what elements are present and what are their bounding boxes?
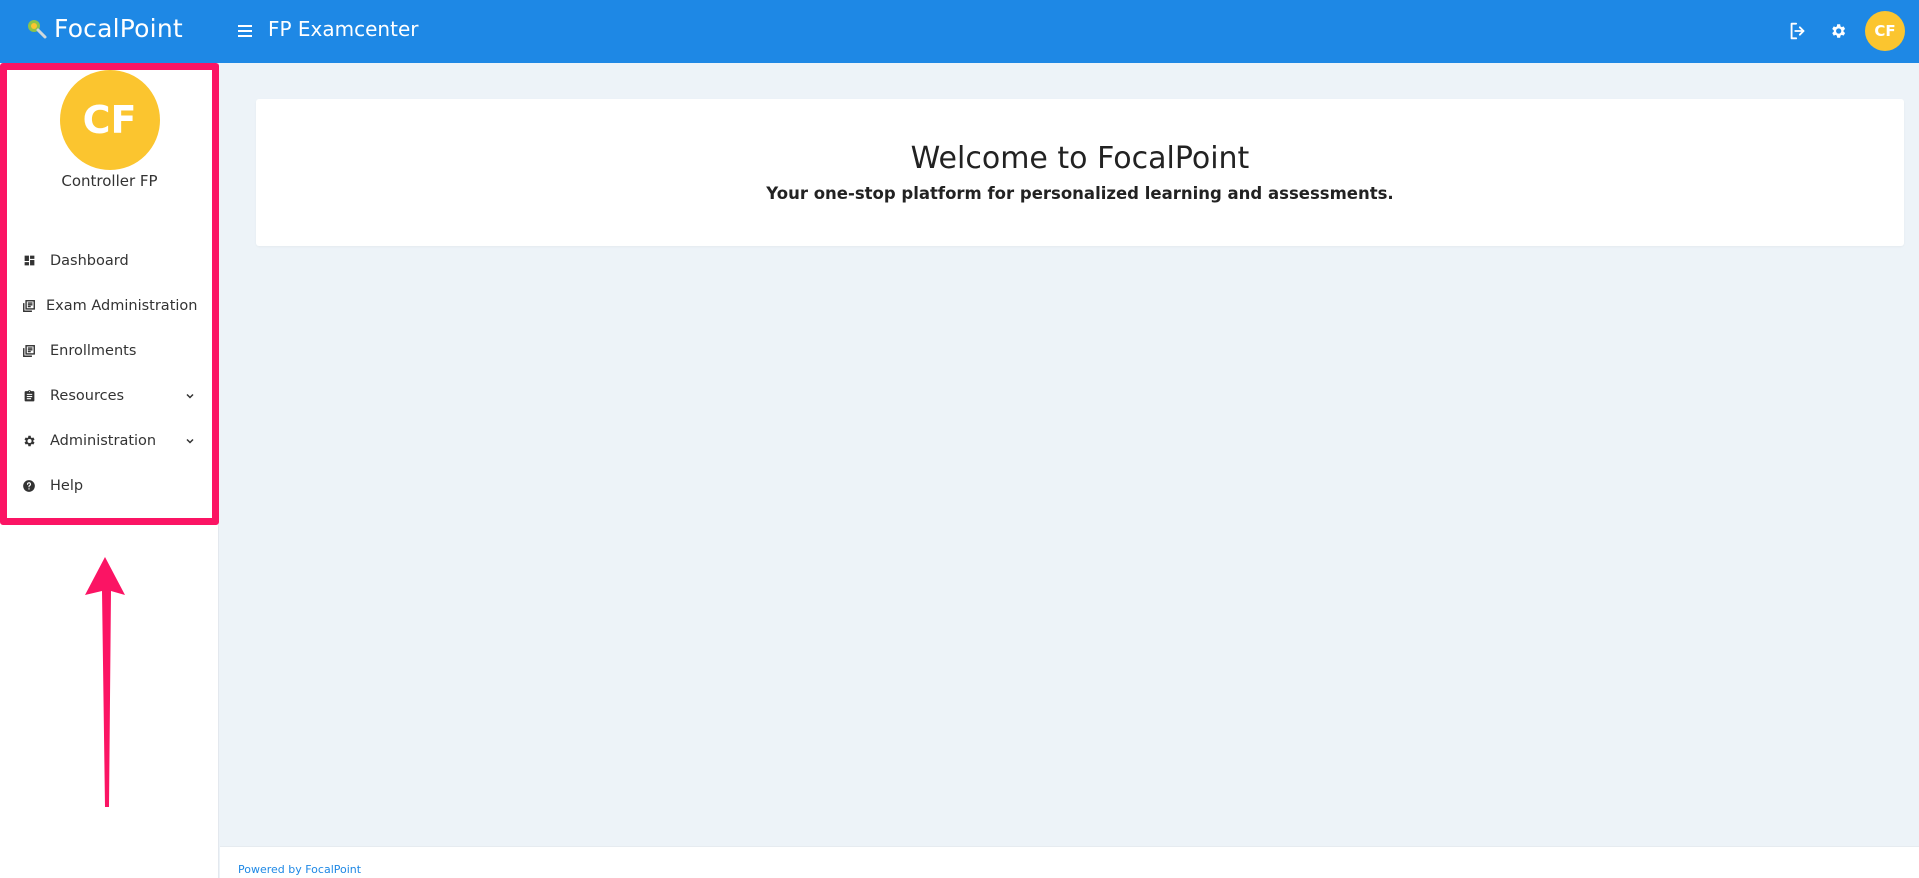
help-circle-icon bbox=[22, 479, 36, 493]
settings-button[interactable] bbox=[1825, 18, 1851, 44]
sidebar-nav: Dashboard Exam Administration Enrollment… bbox=[0, 238, 219, 508]
sidebar-item-label: Dashboard bbox=[50, 252, 129, 269]
gear-icon bbox=[1832, 24, 1846, 38]
welcome-title: Welcome to FocalPoint bbox=[910, 141, 1250, 176]
sidebar-item-label: Administration bbox=[50, 432, 157, 449]
sidebar-item-label: Resources bbox=[50, 387, 125, 404]
footer-powered-by-link[interactable]: Powered by FocalPoint bbox=[238, 863, 361, 876]
welcome-subtitle: Your one-stop platform for personalized … bbox=[766, 184, 1394, 203]
logout-icon bbox=[1790, 22, 1805, 40]
sidebar-item-dashboard[interactable]: Dashboard bbox=[0, 238, 219, 283]
brand-name: FocalPoint bbox=[54, 14, 183, 43]
library-books-icon bbox=[22, 344, 36, 358]
sidebar-item-enrollments[interactable]: Enrollments bbox=[0, 328, 219, 373]
chevron-down-icon[interactable] bbox=[185, 391, 195, 401]
top-app-bar: FocalPoint FP Examcenter CF bbox=[0, 0, 1919, 63]
hamburger-icon bbox=[238, 25, 252, 27]
library-books-icon bbox=[22, 299, 36, 313]
brand[interactable]: FocalPoint bbox=[26, 14, 183, 43]
welcome-card: Welcome to FocalPoint Your one-stop plat… bbox=[256, 99, 1904, 246]
dashboard-icon bbox=[22, 254, 36, 268]
logout-button[interactable] bbox=[1785, 18, 1811, 44]
app-title: FP Examcenter bbox=[268, 17, 419, 41]
sidebar-item-help[interactable]: Help bbox=[0, 463, 219, 508]
user-avatar-button[interactable]: CF bbox=[1865, 11, 1905, 51]
sidebar-item-administration[interactable]: Administration bbox=[0, 418, 219, 463]
header-actions: CF bbox=[1785, 11, 1905, 51]
gear-icon bbox=[22, 434, 36, 448]
footer: Powered by FocalPoint bbox=[220, 846, 1919, 878]
sidebar-item-label: Help bbox=[50, 477, 84, 494]
menu-toggle-button[interactable] bbox=[238, 20, 256, 42]
sidebar-item-resources[interactable]: Resources bbox=[0, 373, 219, 418]
sidebar-item-exam-administration[interactable]: Exam Administration bbox=[0, 283, 219, 328]
focalpoint-logo-icon bbox=[28, 19, 47, 38]
sidebar-item-label: Exam Administration bbox=[46, 297, 198, 314]
chevron-down-icon[interactable] bbox=[185, 436, 195, 446]
sidebar-item-label: Enrollments bbox=[50, 342, 137, 359]
profile-name: Controller FP bbox=[61, 172, 158, 190]
annotation-arrow-icon bbox=[85, 557, 125, 807]
sidebar-profile: CF Controller FP bbox=[0, 70, 219, 190]
clipboard-icon bbox=[22, 389, 36, 403]
avatar[interactable]: CF bbox=[59, 70, 160, 170]
